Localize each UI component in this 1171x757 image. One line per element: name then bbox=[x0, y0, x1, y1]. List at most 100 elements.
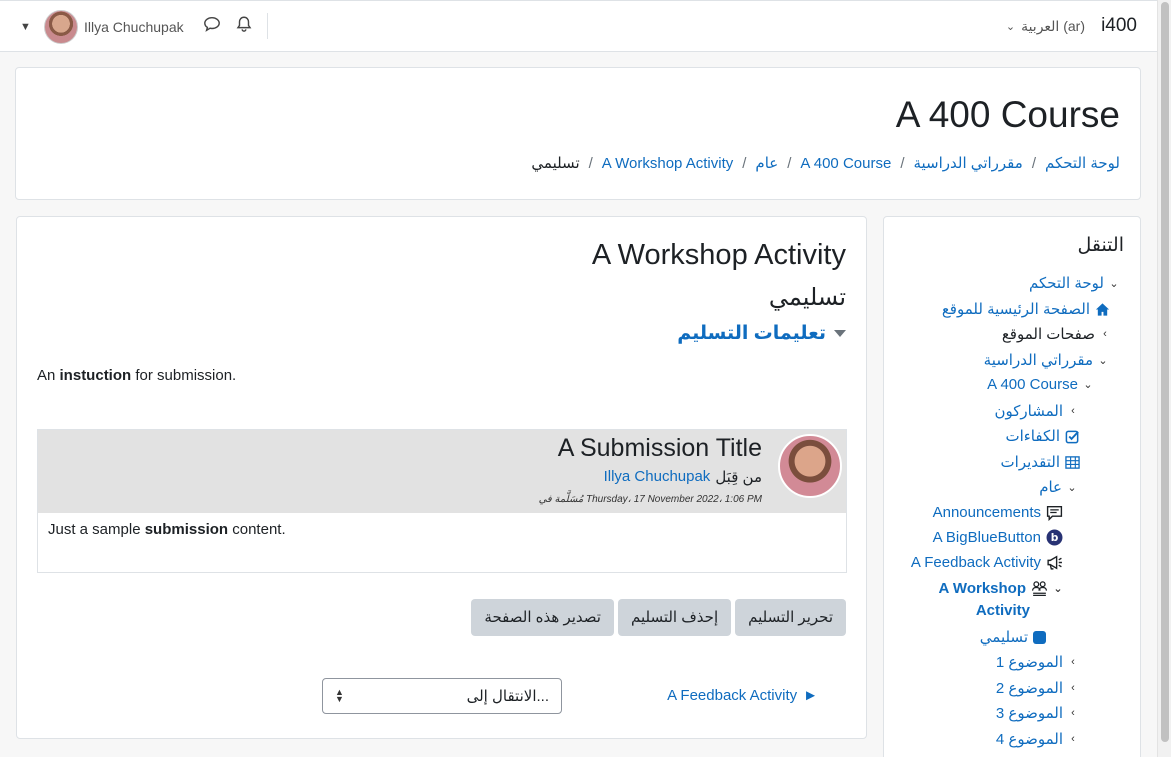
chevron-down-icon[interactable]: ⌄ bbox=[1067, 481, 1077, 494]
nav-item-label: A BigBlueButton bbox=[932, 529, 1041, 546]
svg-text:b: b bbox=[1051, 531, 1059, 544]
megaphone-icon bbox=[1047, 555, 1062, 570]
nav-item-feedback[interactable]: A Feedback Activity bbox=[911, 554, 1063, 571]
by-label: من قِبَل bbox=[715, 469, 762, 486]
nav-item-label: المشاركون bbox=[994, 403, 1063, 420]
page-header: A 400 Course لوحة التحكم / مقرراتي الدرا… bbox=[15, 67, 1141, 200]
chevron-down-icon[interactable]: ⌄ bbox=[1098, 354, 1108, 367]
language-menu[interactable]: ⌄ العربية (ar) bbox=[1006, 18, 1085, 35]
nav-item-course[interactable]: ⌄ A 400 Course bbox=[987, 376, 1093, 393]
submission-date: مُسَلَّمة في Thursday، 17 November 2022،… bbox=[538, 494, 762, 505]
nav-item-label: A 400 Course bbox=[987, 376, 1078, 393]
breadcrumb-course[interactable]: A 400 Course bbox=[800, 155, 891, 172]
nav-item-label: Announcements bbox=[932, 504, 1041, 521]
export-page-button[interactable]: تصدير هذه الصفحة bbox=[471, 599, 614, 636]
chevron-down-icon[interactable]: ⌄ bbox=[1109, 277, 1119, 290]
nav-item-participants[interactable]: ‹ المشاركون bbox=[994, 402, 1078, 420]
message-icon[interactable] bbox=[203, 15, 221, 37]
breadcrumb-separator: / bbox=[900, 154, 905, 172]
next-activity-label: A Feedback Activity bbox=[667, 687, 798, 704]
instructions-toggle-label: تعليمات التسليم bbox=[677, 323, 826, 344]
nav-item-my-courses[interactable]: ⌄ مقرراتي الدراسية bbox=[984, 351, 1108, 369]
breadcrumb-separator: / bbox=[588, 154, 593, 172]
nav-item-workshop[interactable]: ⌄ A Workshop bbox=[938, 580, 1063, 597]
content-suffix: content. bbox=[228, 521, 286, 538]
main-region: A Workshop Activity تسليمي تعليمات التسل… bbox=[16, 216, 867, 739]
nav-item-label: الموضوع 2 bbox=[995, 680, 1063, 697]
nav-item-general[interactable]: ⌄ عام bbox=[1039, 478, 1077, 496]
chevron-down-icon[interactable]: ⌄ bbox=[1053, 582, 1063, 595]
nav-item-label: الموضوع 4 bbox=[995, 731, 1063, 748]
check-square-icon bbox=[1065, 430, 1079, 443]
instructions-toggle[interactable]: تعليمات التسليم bbox=[677, 322, 846, 345]
chevron-down-icon[interactable]: ⌄ bbox=[1083, 378, 1093, 391]
chevron-right-icon[interactable]: ‹ bbox=[1068, 733, 1078, 745]
nav-item-competencies[interactable]: الكفاءات bbox=[1005, 427, 1080, 445]
submission-actions: تحرير التسليم إحذف التسليم تصدير هذه الص… bbox=[471, 599, 846, 636]
play-arrow-icon: ► bbox=[803, 687, 818, 704]
page-subtitle: تسليمي bbox=[768, 284, 846, 311]
nav-icons bbox=[203, 15, 253, 37]
jump-to-select[interactable]: ▲ ▼ الانتقال إلى... bbox=[322, 678, 562, 714]
chevron-down-icon[interactable]: ▼ bbox=[20, 21, 38, 33]
instruction-prefix: An bbox=[37, 367, 60, 384]
nav-item-my-submission[interactable]: تسليمي bbox=[980, 628, 1046, 646]
breadcrumb-separator: / bbox=[742, 154, 747, 172]
breadcrumb-separator: / bbox=[787, 154, 792, 172]
page-scrollbar[interactable] bbox=[1157, 0, 1171, 757]
nav-item-bigbluebutton[interactable]: b A BigBlueButton bbox=[933, 529, 1063, 546]
breadcrumb-workshop[interactable]: A Workshop Activity bbox=[602, 155, 733, 172]
chevron-right-icon[interactable]: ‹ bbox=[1068, 707, 1078, 719]
chevron-right-icon[interactable]: ‹ bbox=[1068, 405, 1078, 417]
nav-item-topic-3[interactable]: ‹ الموضوع 3 bbox=[996, 704, 1078, 722]
chevron-right-icon[interactable]: ‹ bbox=[1100, 328, 1110, 340]
nav-item-dashboard[interactable]: ⌄ لوحة التحكم bbox=[1029, 274, 1119, 292]
nav-item-site-home[interactable]: الصفحة الرئيسية للموقع bbox=[942, 300, 1110, 318]
submission-card: A Submission Title من قِبَل Illya Chuchu… bbox=[37, 429, 847, 573]
navigation-title: التنقل bbox=[1077, 235, 1124, 256]
activity-title: A Workshop Activity bbox=[591, 239, 846, 271]
square-icon bbox=[1033, 630, 1046, 644]
submission-header: A Submission Title من قِبَل Illya Chuchu… bbox=[38, 430, 846, 513]
next-activity-link[interactable]: ► A Feedback Activity bbox=[667, 687, 818, 704]
nav-item-workshop-continued[interactable]: Activity bbox=[976, 602, 1030, 619]
nav-item-grades[interactable]: التقديرات bbox=[1001, 453, 1080, 471]
navigation-block: التنقل ⌄ لوحة التحكم الصفحة الرئيسية للم… bbox=[883, 216, 1141, 757]
select-arrows-icon: ▲ ▼ bbox=[335, 687, 344, 704]
table-icon bbox=[1065, 455, 1080, 469]
nav-item-label: عام bbox=[1039, 479, 1062, 496]
nav-item-announcements[interactable]: Announcements bbox=[933, 504, 1063, 521]
user-avatar[interactable] bbox=[44, 10, 78, 44]
nav-item-site-pages[interactable]: ‹ صفحات الموقع bbox=[1002, 325, 1110, 343]
nav-item-label: A Workshop bbox=[938, 580, 1026, 597]
nav-item-label: مقرراتي الدراسية bbox=[983, 352, 1093, 369]
home-icon bbox=[1095, 302, 1110, 316]
nav-item-topic-2[interactable]: ‹ الموضوع 2 bbox=[996, 679, 1078, 697]
breadcrumb-my-courses[interactable]: مقرراتي الدراسية bbox=[913, 154, 1022, 172]
scrollbar-thumb[interactable] bbox=[1161, 2, 1169, 742]
nav-item-topic-4[interactable]: ‹ الموضوع 4 bbox=[996, 730, 1078, 748]
author-avatar[interactable] bbox=[778, 434, 842, 498]
nav-item-label: لوحة التحكم bbox=[1028, 275, 1104, 292]
bell-icon[interactable] bbox=[235, 15, 253, 37]
edit-submission-button[interactable]: تحرير التسليم bbox=[735, 599, 846, 636]
user-menu[interactable]: ▼ Illya Chuchupak bbox=[20, 9, 184, 45]
breadcrumb-general[interactable]: عام bbox=[755, 154, 778, 172]
submission-content: Just a sample submission content. bbox=[38, 513, 846, 546]
chevron-down-icon: ⌄ bbox=[1005, 21, 1016, 33]
nav-item-label: الصفحة الرئيسية للموقع bbox=[941, 301, 1090, 318]
author-link[interactable]: Illya Chuchupak bbox=[604, 468, 711, 486]
caret-down-icon bbox=[834, 330, 846, 337]
nav-item-label: Activity bbox=[975, 602, 1030, 619]
user-name[interactable]: Illya Chuchupak bbox=[84, 19, 184, 35]
site-brand[interactable]: i400 bbox=[1101, 15, 1137, 37]
nav-item-label: تسليمي bbox=[979, 629, 1028, 646]
chevron-right-icon[interactable]: ‹ bbox=[1068, 656, 1078, 668]
delete-submission-button[interactable]: إحذف التسليم bbox=[617, 599, 732, 636]
submission-author: من قِبَل Illya Chuchupak bbox=[604, 468, 762, 486]
chevron-right-icon[interactable]: ‹ bbox=[1068, 682, 1078, 694]
breadcrumb-dashboard[interactable]: لوحة التحكم bbox=[1045, 154, 1120, 172]
nav-item-label: الموضوع 1 bbox=[995, 654, 1063, 671]
bigbluebutton-icon: b bbox=[1046, 529, 1063, 546]
nav-item-topic-1[interactable]: ‹ الموضوع 1 bbox=[996, 653, 1078, 671]
